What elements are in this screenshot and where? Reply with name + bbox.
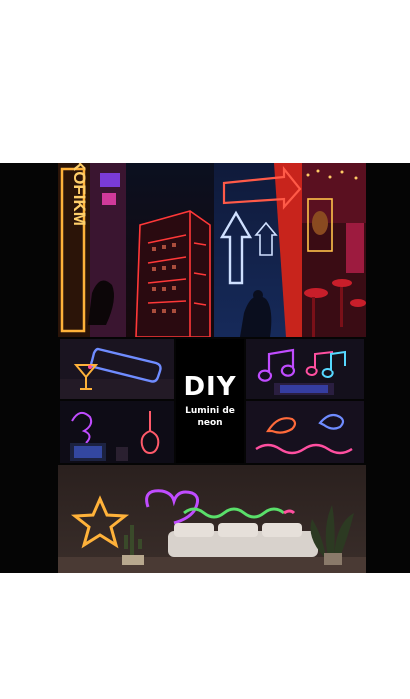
diy-title: DIY xyxy=(183,372,237,402)
guitar-neon-photo xyxy=(60,401,174,463)
diy-title-block: DIY Lumini de neon xyxy=(176,339,244,463)
neon-sign-photo: MIKOFIKM xyxy=(58,163,126,337)
status-bar xyxy=(0,0,410,18)
music-notes-neon-photo xyxy=(246,339,364,399)
neon-bar-photo xyxy=(302,163,366,337)
neon-arrows-photo xyxy=(214,163,302,337)
skyscraper-photo xyxy=(126,163,214,337)
dolphin-neon-photo xyxy=(246,401,364,463)
living-room-neon-photo xyxy=(58,465,366,573)
diy-subtitle: Lumini de neon xyxy=(185,406,235,428)
vertical-sign-text: MIKOFIKM xyxy=(70,163,89,226)
bottle-neon-photo xyxy=(60,339,174,399)
neon-collage-image: MIKOFIKM DIY Lumini de neon xyxy=(0,163,410,573)
